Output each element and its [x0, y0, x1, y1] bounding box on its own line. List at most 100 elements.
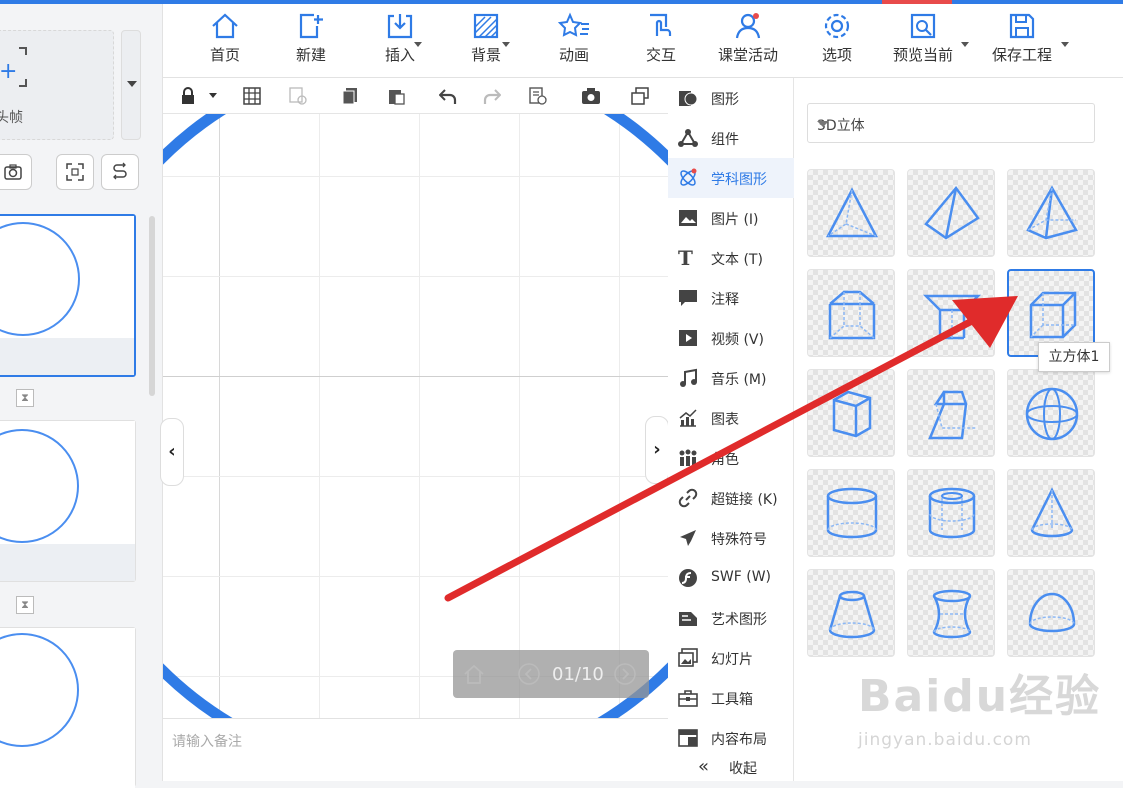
lock-icon[interactable]	[179, 87, 197, 105]
menu-item-components[interactable]: 组件	[668, 118, 794, 158]
preview-icon	[910, 13, 936, 39]
menu-item-subject-shapes[interactable]: 学科图形	[668, 158, 794, 198]
toolbar-interact-button[interactable]: 交互	[641, 12, 681, 65]
triangular-pyramid-icon	[825, 187, 879, 238]
shape-triangular-pyramid[interactable]	[807, 169, 895, 257]
airplane-icon	[680, 530, 696, 546]
menu-item-hyperlink[interactable]: 超链接 (K)	[668, 478, 794, 518]
copy-icon[interactable]	[341, 87, 359, 105]
screenshot-button[interactable]	[0, 154, 32, 190]
grid-settings-icon[interactable]	[289, 87, 307, 105]
toolbar-label: 首页	[209, 46, 240, 64]
toolbar-new-button[interactable]: 新建	[291, 12, 331, 65]
shape-truncated-cone[interactable]	[807, 569, 895, 657]
keyframe-button[interactable]: + 头帧	[0, 30, 114, 140]
home-icon	[212, 13, 238, 39]
slide-thumbnail-2[interactable]	[0, 420, 136, 582]
collapse-menu-button[interactable]: « 收起	[668, 756, 794, 781]
editing-canvas[interactable]	[163, 114, 668, 718]
menu-item-annotation[interactable]: 注释	[668, 278, 794, 318]
class-activity-icon	[735, 13, 761, 39]
transition-icon[interactable]: ⧗	[16, 596, 34, 614]
menu-item-video[interactable]: 视频 (V)	[668, 318, 794, 358]
undo-icon[interactable]	[439, 87, 457, 105]
page-indicator: 01/10	[552, 664, 604, 685]
shape-frustum[interactable]	[907, 369, 995, 457]
menu-item-toolbox[interactable]: 工具箱	[668, 678, 794, 718]
category-select[interactable]: 3D立体	[807, 103, 1095, 143]
shape-triangular-prism[interactable]	[907, 269, 995, 357]
chevron-down-icon	[961, 42, 969, 47]
toolbar-preview-button[interactable]: 预览当前	[888, 12, 958, 65]
cone-icon	[1030, 487, 1074, 538]
slide-panel-scrollbar[interactable]	[149, 216, 155, 396]
path-button[interactable]	[101, 154, 139, 190]
shape-sphere[interactable]	[1007, 369, 1095, 457]
toolbar-label: 课堂活动	[717, 46, 778, 64]
toolbar-home-button[interactable]: 首页	[205, 12, 245, 65]
toolbar-animation-button[interactable]: 动画	[554, 12, 594, 65]
camera-icon[interactable]	[581, 87, 601, 105]
square-pyramid-icon	[1026, 185, 1078, 240]
shape-pyramid[interactable]	[907, 169, 995, 257]
shape-square-pyramid[interactable]	[1007, 169, 1095, 257]
bracket-icon	[19, 79, 27, 87]
collapse-right-button[interactable]: ›	[645, 416, 669, 484]
menu-item-special-symbols[interactable]: 特殊符号	[668, 518, 794, 558]
previous-page-icon[interactable]	[517, 662, 541, 686]
menu-item-image[interactable]: 图片 (I)	[668, 198, 794, 238]
menu-item-chart[interactable]: 图表	[668, 398, 794, 438]
menu-item-music[interactable]: 音乐 (M)	[668, 358, 794, 398]
redo-icon[interactable]	[483, 87, 501, 105]
shape-hexagonal-prism[interactable]	[807, 369, 895, 457]
image-icon	[679, 210, 697, 226]
home-icon[interactable]	[463, 663, 485, 685]
history-icon[interactable]	[529, 87, 547, 105]
toolbar-save-button[interactable]: 保存工程	[989, 12, 1055, 65]
chart-icon	[679, 409, 697, 427]
toolbar-label: 背景	[470, 46, 501, 64]
toolbar-label: 交互	[645, 46, 676, 64]
fit-button[interactable]	[56, 154, 94, 190]
menu-item-shapes[interactable]: 图形	[668, 78, 794, 118]
menu-item-swf[interactable]: SWF (W)	[668, 558, 794, 598]
toolbar-insert-button[interactable]: 插入	[377, 12, 423, 65]
collapse-left-button[interactable]: ‹	[160, 418, 184, 486]
shape-hemisphere[interactable]	[1007, 569, 1095, 657]
shape-hyperboloid[interactable]	[907, 569, 995, 657]
hollow-cylinder-icon	[928, 487, 976, 539]
menu-item-character[interactable]: 角色	[668, 438, 794, 478]
chevron-down-icon	[414, 42, 422, 47]
chevron-down-icon[interactable]	[209, 93, 217, 98]
animation-icon	[557, 12, 589, 37]
menu-item-text[interactable]: T 文本 (T)	[668, 238, 794, 278]
transition-icon[interactable]: ⧗	[16, 389, 34, 407]
shape-cone[interactable]	[1007, 469, 1095, 557]
canvas-toolbar	[163, 78, 668, 114]
keyframe-dropdown[interactable]	[121, 30, 141, 140]
chevron-down-icon	[817, 121, 829, 127]
menu-item-art-shapes[interactable]: 艺术图形	[668, 598, 794, 638]
shape-cylinder[interactable]	[807, 469, 895, 557]
notes-field[interactable]: 请输入备注	[163, 718, 668, 781]
toolbar-class-activity-button[interactable]: 课堂活动	[713, 12, 783, 65]
menu-item-content-layout[interactable]: 内容布局	[668, 718, 794, 758]
cube-icon	[1029, 291, 1077, 339]
slide-panel: + 头帧 ⧗ ⧗	[0, 4, 163, 788]
toolbar-background-button[interactable]: 背景	[463, 12, 509, 65]
save-icon	[1009, 13, 1035, 39]
circle-shape[interactable]	[163, 114, 668, 718]
next-page-icon[interactable]	[613, 662, 637, 686]
insert-category-menu: 图形 组件 学科图形 图片 (I) T 文本 (T) 注释 视频 (V) 音乐 …	[668, 78, 794, 781]
window-icon[interactable]	[631, 87, 649, 105]
toolbar-options-button[interactable]: 选项	[817, 12, 857, 65]
paste-icon[interactable]	[387, 87, 405, 105]
shape-hollow-cylinder[interactable]	[907, 469, 995, 557]
slide-thumbnail-1[interactable]	[0, 214, 136, 377]
art-shape-icon	[679, 612, 697, 626]
menu-item-slides[interactable]: 幻灯片	[668, 638, 794, 678]
layout-icon	[678, 729, 698, 747]
grid-icon[interactable]	[243, 87, 261, 105]
slide-thumbnail-3[interactable]	[0, 627, 136, 788]
shape-pentagonal-prism[interactable]	[807, 269, 895, 357]
